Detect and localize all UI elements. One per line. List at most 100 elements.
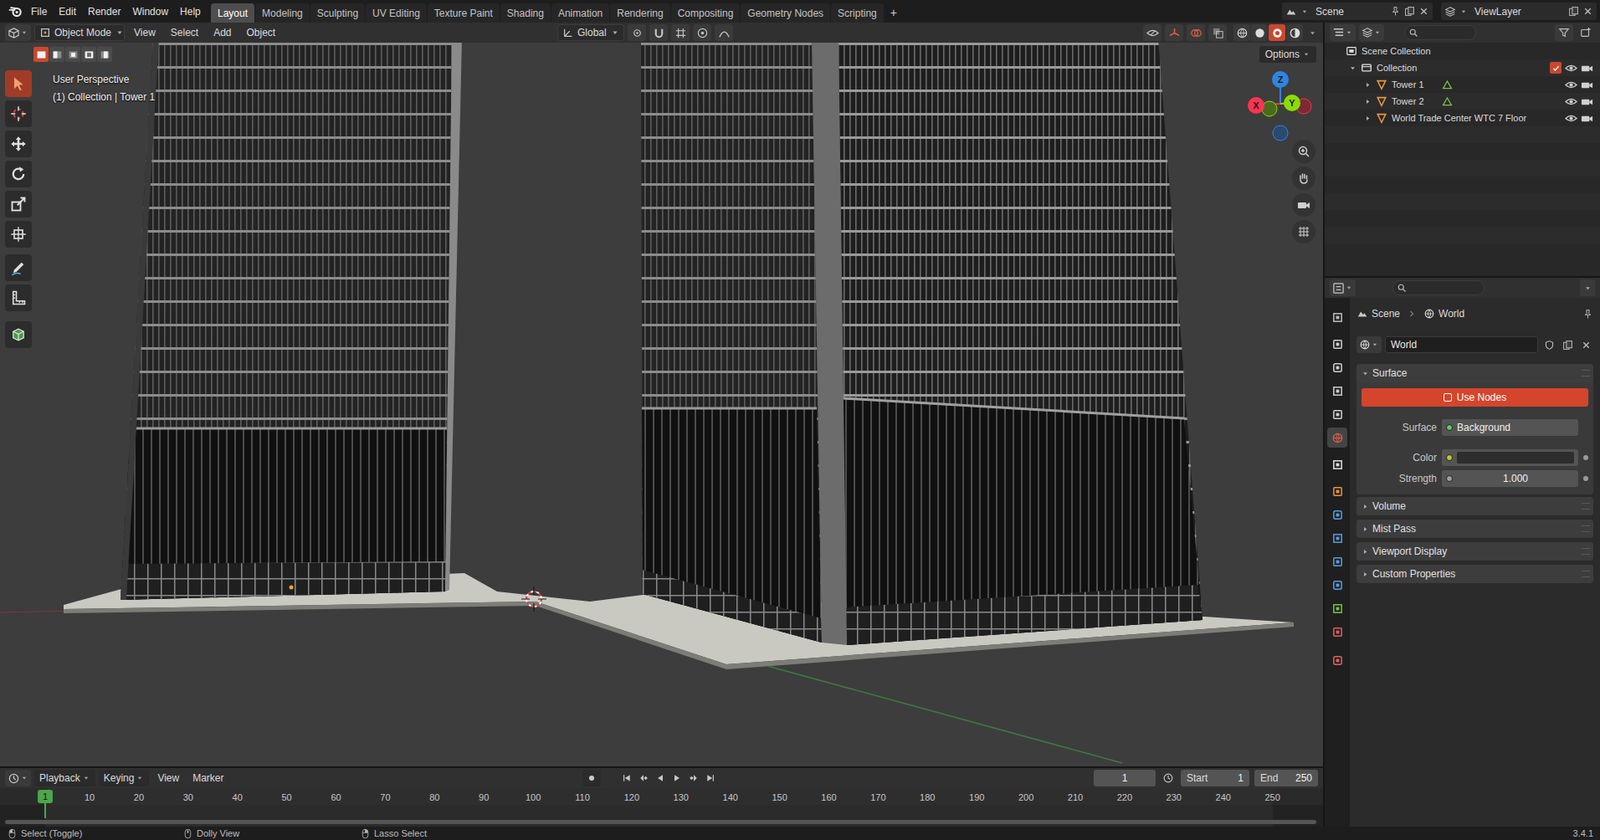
timeline-menu[interactable]: Playback: [34, 769, 96, 787]
xray-icon[interactable]: [1208, 24, 1227, 42]
unlink-icon[interactable]: [1578, 336, 1594, 354]
properties-tab-icon[interactable]: [1327, 481, 1348, 502]
tool-icon[interactable]: [5, 100, 32, 128]
menu-item[interactable]: Edit: [52, 2, 83, 21]
properties-tab-icon[interactable]: [1327, 528, 1348, 549]
properties-tab-icon[interactable]: [1327, 404, 1348, 425]
select-mode-icon[interactable]: [65, 46, 81, 62]
workspace-tab[interactable]: Geometry Nodes: [740, 3, 831, 23]
tool-icon[interactable]: [5, 70, 32, 98]
jump-start-icon[interactable]: [619, 769, 635, 787]
outliner-row[interactable]: Tower 1: [1324, 76, 1600, 93]
tool-icon[interactable]: [5, 130, 32, 158]
properties-tab-icon[interactable]: [1327, 380, 1348, 401]
property-field[interactable]: 1.000: [1441, 470, 1579, 488]
orientation-dropdown[interactable]: Global: [557, 24, 625, 42]
exclude-checkbox[interactable]: [1549, 61, 1562, 74]
tool-icon[interactable]: [5, 220, 32, 248]
panel-header[interactable]: Custom Properties: [1356, 564, 1594, 584]
tool-icon[interactable]: [5, 190, 32, 218]
scene-name[interactable]: Scene: [1312, 4, 1387, 20]
proportional-edit-icon[interactable]: [692, 24, 712, 42]
tool-icon[interactable]: [5, 160, 32, 188]
camera-view-icon[interactable]: [1292, 193, 1316, 217]
mesh-data-icon[interactable]: [1441, 96, 1455, 108]
properties-tab-icon[interactable]: [1327, 307, 1348, 328]
menu-item[interactable]: Render: [82, 2, 127, 21]
keyframe-decorator[interactable]: [1583, 476, 1589, 482]
start-frame-field[interactable]: Start1: [1180, 769, 1250, 787]
workspace-tab[interactable]: Shading: [500, 3, 551, 23]
workspace-tab[interactable]: Modeling: [255, 3, 310, 23]
eye-icon[interactable]: [1564, 111, 1578, 125]
collapsed-arrow-icon[interactable]: [1361, 111, 1374, 125]
use-nodes-button[interactable]: Use Nodes: [1361, 388, 1589, 407]
properties-tab-icon[interactable]: [1327, 454, 1348, 475]
drag-handle[interactable]: [1581, 570, 1590, 578]
select-mode-icon[interactable]: [97, 46, 113, 62]
play-reverse-icon[interactable]: [652, 769, 668, 787]
properties-tab-icon[interactable]: [1327, 333, 1348, 354]
viewport-canvas[interactable]: User Perspective(1) Collection | Tower 1…: [0, 42, 1324, 767]
camera-icon[interactable]: [1579, 111, 1594, 125]
shading-mode-icon[interactable]: [1251, 24, 1268, 42]
world-browse-button[interactable]: [1356, 336, 1382, 354]
new-collection-icon[interactable]: [1576, 24, 1595, 42]
workspace-tab[interactable]: Scripting: [830, 3, 884, 23]
properties-tab-icon[interactable]: [1327, 551, 1348, 572]
editor-type-button[interactable]: [5, 769, 31, 787]
current-frame-field[interactable]: 1: [1093, 769, 1156, 787]
view-layer-name[interactable]: ViewLayer: [1471, 4, 1565, 20]
breadcrumb-item[interactable]: World: [1438, 306, 1465, 322]
end-frame-field[interactable]: End250: [1254, 769, 1318, 787]
blender-logo-icon[interactable]: [5, 2, 26, 21]
ortho-grid-icon[interactable]: [1292, 220, 1316, 244]
tool-icon[interactable]: [5, 321, 32, 349]
workspace-tab[interactable]: Animation: [551, 3, 610, 23]
timeline-menu[interactable]: Keying: [98, 769, 150, 787]
properties-tab-icon[interactable]: [1327, 598, 1348, 619]
pan-hand-icon[interactable]: [1292, 166, 1316, 190]
zoom-icon[interactable]: [1292, 139, 1316, 164]
editor-type-button[interactable]: [5, 24, 31, 42]
falloff-icon[interactable]: [714, 24, 734, 42]
view-layer-selector[interactable]: ViewLayer: [1441, 2, 1597, 21]
viewport-menu[interactable]: View: [128, 25, 162, 41]
panel-header[interactable]: Viewport Display: [1356, 542, 1594, 561]
timeline-menu[interactable]: Marker: [187, 769, 229, 787]
properties-tab-icon[interactable]: [1327, 427, 1348, 448]
properties-tab-icon[interactable]: [1327, 650, 1348, 671]
tool-icon[interactable]: [5, 254, 32, 282]
visibility-icon[interactable]: [1143, 24, 1162, 42]
workspace-tab[interactable]: UV Editing: [365, 3, 427, 23]
duplicate-icon[interactable]: [1559, 336, 1575, 354]
dropdown-arrow-icon[interactable]: [1579, 279, 1595, 297]
workspace-tab[interactable]: Rendering: [610, 3, 670, 23]
overlay-toggle-icon[interactable]: [1186, 24, 1206, 42]
jump-end-icon[interactable]: [702, 769, 718, 787]
snap-grid-icon[interactable]: [671, 24, 690, 42]
viewport-menu[interactable]: Object: [241, 25, 283, 41]
properties-search[interactable]: [1392, 280, 1485, 296]
add-workspace-button[interactable]: +: [884, 3, 903, 23]
panel-header[interactable]: Mist Pass: [1356, 519, 1594, 539]
preview-range-icon[interactable]: [1160, 769, 1176, 787]
tool-icon[interactable]: [5, 284, 32, 312]
eye-icon[interactable]: [1564, 77, 1578, 92]
next-keyframe-icon[interactable]: [686, 769, 702, 787]
keyframe-decorator[interactable]: [1583, 455, 1589, 461]
camera-icon[interactable]: [1579, 61, 1594, 75]
camera-icon[interactable]: [1579, 94, 1594, 108]
outliner-row[interactable]: World Trade Center WTC 7 Floor: [1324, 109, 1600, 127]
collapsed-arrow-icon[interactable]: [1361, 94, 1374, 108]
drag-handle[interactable]: [1581, 525, 1590, 533]
mode-dropdown[interactable]: Object Mode: [34, 24, 125, 42]
workspace-tab[interactable]: Sculpting: [310, 3, 365, 23]
outliner-search[interactable]: [1404, 25, 1477, 41]
panel-header[interactable]: Volume: [1356, 497, 1594, 516]
gizmo-axis-y[interactable]: Y: [1283, 94, 1301, 112]
camera-icon[interactable]: [1579, 77, 1594, 92]
menu-item[interactable]: Window: [126, 2, 175, 21]
editor-type-button[interactable]: [1329, 279, 1356, 297]
workspace-tab[interactable]: Compositing: [671, 3, 741, 23]
